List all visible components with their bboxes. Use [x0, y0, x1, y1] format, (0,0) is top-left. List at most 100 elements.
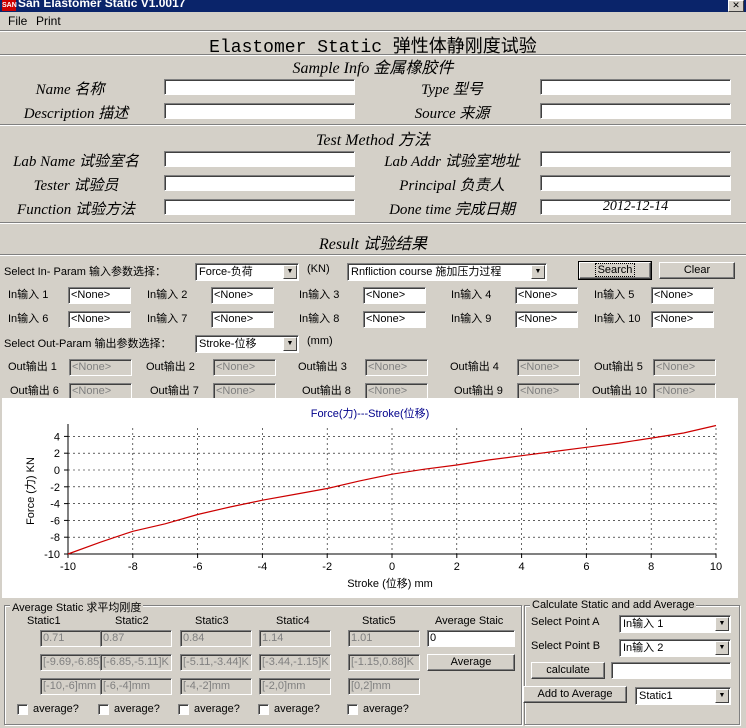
- input-field[interactable]: <None>: [651, 287, 714, 304]
- output-label: Out输出 2: [146, 361, 195, 373]
- tester-field[interactable]: [164, 175, 355, 191]
- x-tick-label: -6: [193, 561, 203, 573]
- in-unit-label: (KN): [307, 263, 330, 275]
- average-title: Average Staic: [435, 615, 504, 627]
- input-label: In输入 8: [299, 313, 340, 325]
- point-a-value: In输入 1: [623, 618, 664, 630]
- x-tick-label: 10: [710, 561, 722, 573]
- input-field[interactable]: <None>: [68, 311, 131, 328]
- input-label: In输入 10: [594, 313, 641, 325]
- y-axis-label: Force (力) KN: [24, 457, 37, 525]
- menu-bar: File Print: [0, 12, 746, 29]
- chevron-down-icon[interactable]: ▼: [715, 617, 729, 631]
- input-field[interactable]: <None>: [68, 287, 131, 304]
- function-label: Function 试验方法: [17, 202, 135, 218]
- static-range-field: [-5.11,-3.44]K: [180, 654, 252, 671]
- out-param-select[interactable]: Stroke-位移 ▼: [195, 335, 299, 353]
- result-heading: Result 试验结果: [319, 236, 427, 253]
- average-button[interactable]: Average: [427, 654, 515, 671]
- add-to-average-button[interactable]: Add to Average: [523, 686, 627, 703]
- x-tick-label: 2: [454, 561, 460, 573]
- calc-result-field[interactable]: [611, 662, 731, 679]
- search-button[interactable]: Search: [578, 261, 652, 280]
- input-field[interactable]: <None>: [211, 311, 274, 328]
- divider: [0, 254, 746, 256]
- in-param-select[interactable]: Force-负荷 ▼: [195, 263, 299, 281]
- output-label: Out输出 6: [10, 385, 59, 397]
- lab-name-field[interactable]: [164, 151, 355, 167]
- lab-addr-field[interactable]: [540, 151, 731, 167]
- y-tick-label: -2: [50, 482, 60, 494]
- x-tick-label: -8: [128, 561, 138, 573]
- input-label: In输入 4: [451, 289, 492, 301]
- done-time-field[interactable]: 2012-12-14: [540, 199, 731, 215]
- force-stroke-chart: -10 -8 -6 -4 -2 0 2 4 6 8 10 4 2 0 -2 -4 -6 -8 -10 Force(力)…: [24, 406, 722, 590]
- static-range-field: [-1.15,0.88]K: [348, 654, 420, 671]
- point-a-select[interactable]: In输入 1 ▼: [619, 615, 731, 633]
- type-field[interactable]: [540, 79, 731, 95]
- description-label: Description 描述: [23, 106, 129, 122]
- menu-file[interactable]: File: [8, 14, 27, 28]
- in-param-value: Force-负荷: [199, 266, 253, 278]
- input-field[interactable]: <None>: [515, 311, 578, 328]
- close-icon[interactable]: ✕: [728, 0, 744, 12]
- output-label: Out输出 10: [592, 385, 648, 397]
- output-field: <None>: [69, 359, 132, 376]
- input-label: In输入 1: [8, 289, 49, 301]
- point-b-value: In输入 2: [623, 642, 664, 654]
- point-b-select[interactable]: In输入 2 ▼: [619, 639, 731, 657]
- principal-field[interactable]: [540, 175, 731, 191]
- average-checkbox-label: average?: [274, 703, 320, 715]
- input-field[interactable]: <None>: [363, 311, 426, 328]
- function-field[interactable]: [164, 199, 355, 215]
- average-checkbox[interactable]: [258, 704, 269, 715]
- chevron-down-icon[interactable]: ▼: [283, 337, 297, 351]
- y-tick-label: -8: [50, 532, 60, 544]
- calc-legend: Calculate Static and add Average: [530, 599, 697, 611]
- description-field[interactable]: [164, 103, 355, 119]
- static-value-field: 1.01: [348, 630, 420, 647]
- point-a-label: Select Point A: [531, 616, 600, 628]
- source-field[interactable]: [540, 103, 731, 119]
- input-field[interactable]: <None>: [515, 287, 578, 304]
- average-checkbox[interactable]: [17, 704, 28, 715]
- type-label: Type 型号: [421, 82, 483, 98]
- average-checkbox[interactable]: [178, 704, 189, 715]
- static-select[interactable]: Static1 ▼: [635, 687, 731, 705]
- static-title: Static2: [115, 615, 149, 627]
- y-tick-label: 0: [54, 465, 60, 477]
- in-param-label: Select In- Param 输入参数选择：: [4, 266, 166, 278]
- lab-addr-label: Lab Addr 试验室地址: [384, 154, 520, 170]
- course-select[interactable]: Rnfliction course 施加压力过程 ▼: [347, 263, 547, 281]
- chevron-down-icon[interactable]: ▼: [715, 689, 729, 703]
- input-field[interactable]: <None>: [651, 311, 714, 328]
- average-value-field[interactable]: 0: [427, 630, 515, 647]
- chevron-down-icon[interactable]: ▼: [283, 265, 297, 279]
- out-unit-label: (mm): [307, 335, 333, 347]
- static-title: Static4: [276, 615, 310, 627]
- menu-print[interactable]: Print: [36, 14, 61, 28]
- output-label: Out输出 1: [8, 361, 57, 373]
- average-static-legend: Average Static 求平均刚度: [10, 599, 144, 615]
- test-method-heading: Test Method 方法: [315, 132, 431, 149]
- input-field[interactable]: <None>: [211, 287, 274, 304]
- source-label: Source 来源: [414, 106, 490, 122]
- x-tick-label: 8: [648, 561, 654, 573]
- y-tick-label: 2: [54, 448, 60, 460]
- chevron-down-icon[interactable]: ▼: [715, 641, 729, 655]
- calculate-button[interactable]: calculate: [531, 662, 605, 679]
- input-field[interactable]: <None>: [363, 287, 426, 304]
- average-checkbox[interactable]: [98, 704, 109, 715]
- input-label: In输入 5: [594, 289, 635, 301]
- done-time-label: Done time 完成日期: [389, 202, 515, 218]
- y-tick-label: -6: [50, 515, 60, 527]
- average-checkbox[interactable]: [347, 704, 358, 715]
- chevron-down-icon[interactable]: ▼: [531, 265, 545, 279]
- name-field[interactable]: [164, 79, 355, 95]
- static-value-field: 0.84: [180, 630, 252, 647]
- principal-label: Principal 负责人: [399, 178, 505, 194]
- x-tick-label: -10: [60, 561, 76, 573]
- clear-button[interactable]: Clear: [659, 262, 735, 279]
- static-mm-field: [0,2]mm: [348, 678, 420, 695]
- static-value-field: 1.14: [259, 630, 331, 647]
